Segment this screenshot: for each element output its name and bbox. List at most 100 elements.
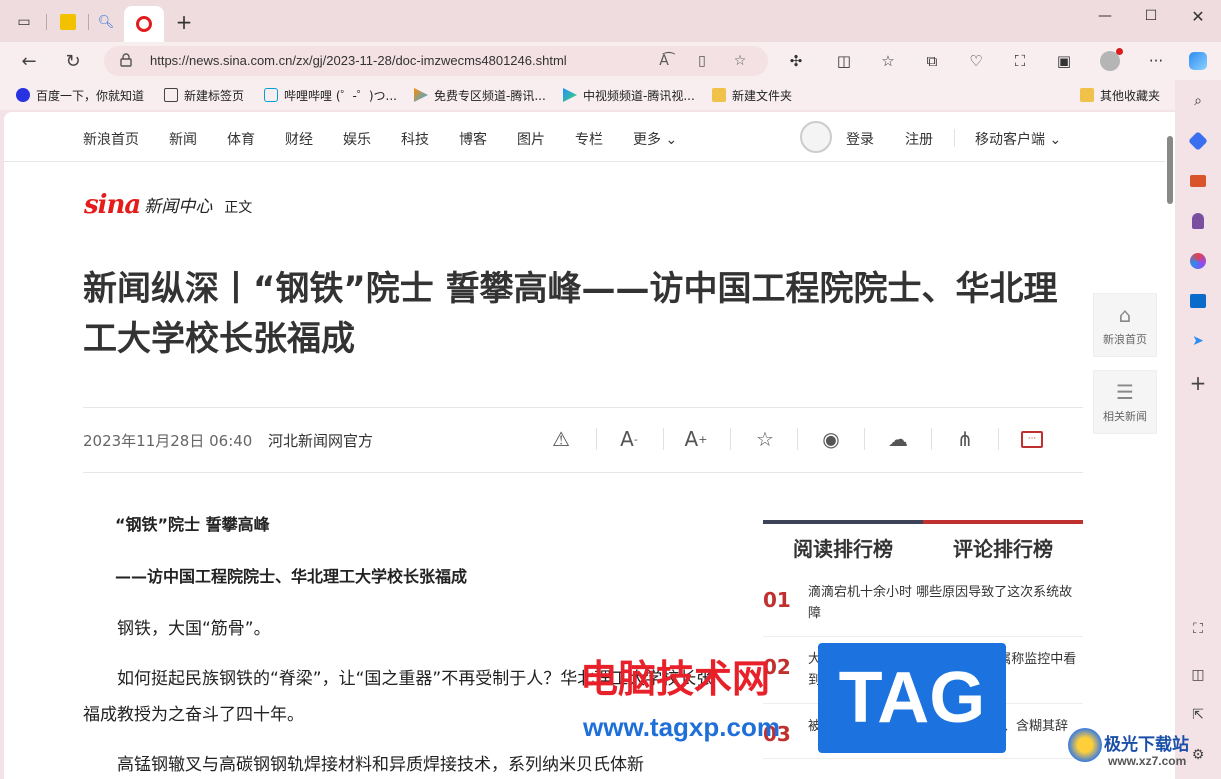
list-item[interactable]: 03 被要求拿出证据，美方却支支吾吾、含糊其辞 xyxy=(763,704,1083,759)
article-paragraph: “钢铁”院士 誓攀高峰 xyxy=(115,515,270,534)
nav-tech[interactable]: 科技 xyxy=(401,129,429,149)
article-source[interactable]: 河北新闻网官方 xyxy=(268,430,373,451)
mobile-client-link[interactable]: 移动客户端 ⌄ xyxy=(975,129,1061,149)
close-button[interactable]: ✕ xyxy=(1175,0,1221,32)
chevron-down-icon: ⌄ xyxy=(1049,132,1062,148)
search-tab-icon[interactable]: 🔍︎ xyxy=(92,8,120,36)
rank-title[interactable]: 大学生湖中溺亡坠崖失联7天：亲属称监控中看到异常 警方… xyxy=(808,649,1083,691)
nav-sina-home[interactable]: 新浪首页 xyxy=(83,129,139,149)
nav-blog[interactable]: 博客 xyxy=(459,129,487,149)
list-item[interactable]: 01 滴滴宕机十余小时 哪些原因导致了这次系统故障 xyxy=(763,570,1083,637)
nav-news[interactable]: 新闻 xyxy=(169,129,197,149)
open-external-icon[interactable]: ⇱ xyxy=(1187,704,1209,726)
nav-entertainment[interactable]: 娱乐 xyxy=(343,129,371,149)
bookmark-label: 中视频频道-腾讯视... xyxy=(583,88,695,103)
nav-more[interactable]: 更多 ⌄ xyxy=(633,129,677,149)
tab-read-ranking[interactable]: 阅读排行榜 xyxy=(763,520,923,570)
chevron-down-icon: ⌄ xyxy=(665,132,678,148)
comment-icon[interactable]: ··· xyxy=(1018,426,1046,452)
bookmark-bilibili[interactable]: 哔哩哔哩 (゜-゜)つ... xyxy=(264,86,397,104)
sina-logo-text: sina xyxy=(84,190,141,220)
rank-title[interactable]: 滴滴宕机十余小时 哪些原因导致了这次系统故障 xyxy=(808,582,1083,624)
rank-title[interactable]: 被要求拿出证据，美方却支支吾吾、含糊其辞 xyxy=(808,716,1083,746)
tab-favicon-icon[interactable] xyxy=(54,8,82,36)
send-icon[interactable]: ➤ xyxy=(1187,330,1209,352)
rank-number: 02 xyxy=(763,655,791,679)
bookmark-new-folder[interactable]: 新建文件夹 xyxy=(712,86,792,104)
maximize-button[interactable]: ☐ xyxy=(1128,0,1174,32)
games-icon[interactable] xyxy=(1187,210,1209,232)
refresh-button[interactable]: ↻ xyxy=(58,47,88,75)
tab-comment-ranking[interactable]: 评论排行榜 xyxy=(923,520,1083,570)
article-paragraph: 高锰钢辙叉与高碳钢钢轨焊接材料和异质焊接技术，系列纳米贝氏体新 xyxy=(117,755,644,775)
other-bookmarks[interactable]: 其他收藏夹 xyxy=(1080,86,1160,104)
nav-finance[interactable]: 财经 xyxy=(285,129,313,149)
login-link[interactable]: 登录 xyxy=(846,129,874,149)
more-menu-icon[interactable]: ··· xyxy=(1144,50,1168,72)
microsoft-365-icon[interactable] xyxy=(1187,250,1209,272)
screenshot-sidebar-icon[interactable]: ⛶ xyxy=(1187,618,1209,640)
favorites-icon[interactable]: ☆ xyxy=(876,50,900,72)
divider xyxy=(998,428,999,450)
article-paragraph: ——访中国工程院院士、华北理工大学校长张福成 xyxy=(115,567,468,586)
page-viewport: 新浪首页 新闻 体育 财经 娱乐 科技 博客 图片 专栏 更多 ⌄ 登录 注册 … xyxy=(4,112,1175,779)
minimize-button[interactable]: — xyxy=(1082,0,1128,32)
active-tab[interactable] xyxy=(124,6,164,42)
folder-icon xyxy=(1080,88,1094,102)
screenshot-icon[interactable]: ⛶ xyxy=(1008,50,1032,72)
bookmark-free-zone[interactable]: 免费专区频道-腾讯... xyxy=(414,86,546,104)
font-increase-icon[interactable]: A + xyxy=(682,426,710,452)
profile-avatar[interactable] xyxy=(1098,48,1123,72)
scrollbar-thumb[interactable] xyxy=(1167,136,1173,204)
wechat-icon[interactable]: ☁ xyxy=(884,426,912,452)
copilot-icon[interactable] xyxy=(1186,50,1210,72)
read-aloud-icon[interactable]: A͡ xyxy=(654,52,674,70)
url-text[interactable]: https://news.sina.com.cn/zx/gj/2023-11-2… xyxy=(150,53,567,68)
font-decrease-icon[interactable]: A- xyxy=(615,426,643,452)
favorite-star-icon[interactable]: ☆ xyxy=(751,426,779,452)
other-bookmarks-label: 其他收藏夹 xyxy=(1100,88,1161,103)
bookmark-mid-video[interactable]: 中视频频道-腾讯视... xyxy=(563,86,695,104)
sidebar-layout-icon[interactable]: ◫ xyxy=(1187,664,1209,686)
favorite-star-icon[interactable]: ☆ xyxy=(730,52,750,70)
sina-news-logo[interactable]: sina 新闻中心 正文 xyxy=(84,184,252,220)
divider xyxy=(797,428,798,450)
workspaces-icon[interactable]: ▣ xyxy=(1052,50,1076,72)
divider xyxy=(931,428,932,450)
nav-sports[interactable]: 体育 xyxy=(227,129,255,149)
register-link[interactable]: 注册 xyxy=(905,129,933,149)
nav-photos[interactable]: 图片 xyxy=(517,129,545,149)
article-paragraph: 如何挺起民族钢铁的“脊梁”，让“国之重器”不再受制于人？华北理工大学校长张福成教… xyxy=(83,669,714,725)
share-icon[interactable]: ⋔ xyxy=(951,426,979,452)
list-icon: ☰ xyxy=(1116,380,1134,404)
list-item[interactable]: 02 大学生湖中溺亡坠崖失联7天：亲属称监控中看到异常 警方… xyxy=(763,637,1083,704)
float-home-label: 新浪首页 xyxy=(1103,333,1147,346)
nav-divider xyxy=(954,129,955,147)
browser-essentials-icon[interactable]: ♡ xyxy=(964,50,988,72)
float-sina-home-button[interactable]: ⌂ 新浪首页 xyxy=(1093,293,1157,357)
shopping-tag-icon[interactable] xyxy=(1187,130,1209,152)
address-bar[interactable]: https://news.sina.com.cn/zx/gj/2023-11-2… xyxy=(104,46,768,76)
report-warning-icon[interactable]: ⚠ xyxy=(547,426,575,452)
back-button[interactable]: ← xyxy=(14,47,44,75)
new-tab-button[interactable]: + xyxy=(170,8,198,36)
bookmark-new-tab[interactable]: 新建标签页 xyxy=(164,86,244,104)
bookmark-baidu[interactable]: 百度一下，你就知道 xyxy=(16,86,144,104)
tools-icon[interactable] xyxy=(1187,170,1209,192)
tab-actions-icon[interactable]: ▭ xyxy=(10,8,38,36)
search-icon[interactable]: ⌕ xyxy=(1187,90,1209,112)
collections-icon[interactable]: ⧉ xyxy=(920,50,944,72)
add-sidebar-app-icon[interactable]: + xyxy=(1187,371,1209,395)
float-related-news-button[interactable]: ☰ 相关新闻 xyxy=(1093,370,1157,434)
nav-columns[interactable]: 专栏 xyxy=(575,129,603,149)
settings-icon[interactable]: ⚙ xyxy=(1187,744,1209,766)
split-screen-icon[interactable]: ◫ xyxy=(832,50,856,72)
outlook-icon[interactable] xyxy=(1187,290,1209,312)
bookmark-label: 新建标签页 xyxy=(184,88,245,103)
user-avatar-icon[interactable] xyxy=(800,121,832,153)
weibo-icon[interactable]: ◉ xyxy=(817,426,845,452)
page-scrollbar[interactable] xyxy=(1165,112,1175,779)
extensions-icon[interactable]: ✣ xyxy=(784,50,808,72)
bookmark-label: 免费专区频道-腾讯... xyxy=(434,88,546,103)
immersive-reader-icon[interactable]: ▯ xyxy=(692,52,712,70)
